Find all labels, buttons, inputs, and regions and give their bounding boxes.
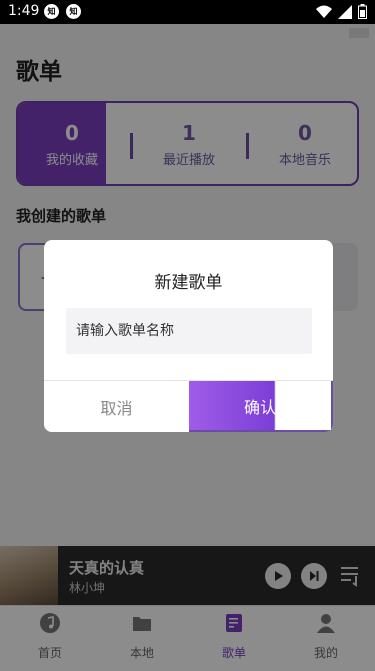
- confirm-button[interactable]: 确认: [189, 381, 333, 432]
- status-time: 1:49: [8, 3, 40, 19]
- app-notification-icon: 知: [44, 4, 59, 19]
- new-playlist-dialog: 新建歌单 取消 确认: [44, 240, 333, 432]
- status-bar: 1:49 知 知: [0, 0, 375, 24]
- app-notification-icon: 知: [66, 4, 81, 19]
- status-indicators: [316, 4, 367, 19]
- dialog-title: 新建歌单: [154, 273, 223, 293]
- playlist-name-input[interactable]: [66, 308, 312, 354]
- battery-icon: [358, 4, 367, 19]
- wifi-icon: [316, 5, 332, 18]
- cancel-button[interactable]: 取消: [44, 381, 189, 432]
- signal-icon: [338, 4, 352, 19]
